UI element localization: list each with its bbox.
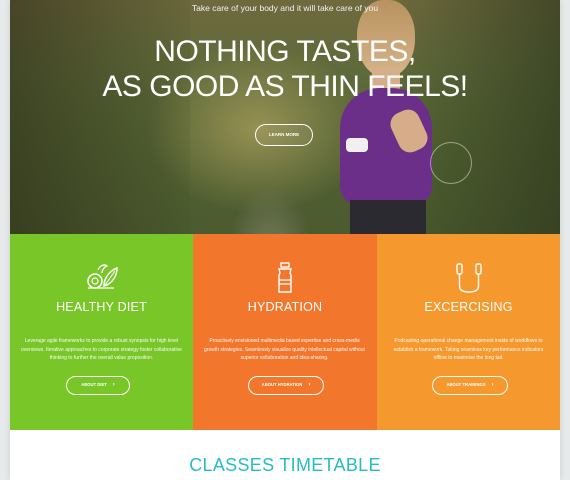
feature-title: HYDRATION [247, 300, 323, 314]
vegetables-icon [10, 262, 193, 294]
feature-title: EXCERCISING [424, 300, 513, 314]
feature-hydration: HYDRATION Proactively envisioned multime… [193, 234, 377, 430]
button-label: ABOUT DIET [81, 382, 107, 387]
runner-legs [350, 200, 426, 234]
about-trainings-button[interactable]: ABOUT TRAININGS › [432, 376, 508, 395]
feature-title: HEALTHY DIET [56, 300, 147, 314]
feature-description: Leverage agile frameworks to provide a r… [21, 338, 182, 361]
feature-excercising: EXCERCISING Podcasting operational chang… [377, 234, 560, 430]
runner-wristband [346, 138, 368, 152]
page: Take care of your body and it will take … [10, 0, 560, 480]
button-label: ABOUT HYDRATION [261, 382, 303, 387]
button-label: ABOUT TRAININGS [446, 382, 486, 387]
chevron-right-icon: › [308, 382, 311, 388]
hero-banner: Take care of your body and it will take … [10, 0, 560, 234]
about-hydration-button[interactable]: ABOUT HYDRATION › [248, 376, 324, 395]
jump-rope-icon [377, 262, 560, 294]
classes-timetable-section: CLASSES TIMETABLE [10, 430, 560, 480]
about-diet-button[interactable]: ABOUT DIET › [66, 376, 130, 395]
chevron-right-icon: › [491, 382, 494, 388]
hero-headline-line1: NOTHING TASTES, [154, 35, 416, 68]
water-bottle-icon [193, 262, 377, 294]
hero-tagline: Take care of your body and it will take … [191, 3, 379, 13]
earphone-cable-decoration [430, 142, 472, 184]
section-title: CLASSES TIMETABLE [189, 455, 381, 475]
feature-description: Proactively envisioned multimedia based … [204, 338, 365, 361]
feature-description: Podcasting operational change management… [393, 338, 544, 361]
chevron-right-icon: › [112, 382, 115, 388]
hero-headline-line2: AS GOOD AS THIN FEELS! [102, 70, 468, 103]
learn-more-button[interactable]: LEARN MORE [255, 124, 313, 146]
feature-healthy-diet: HEALTHY DIET Leverage agile frameworks t… [10, 234, 193, 430]
